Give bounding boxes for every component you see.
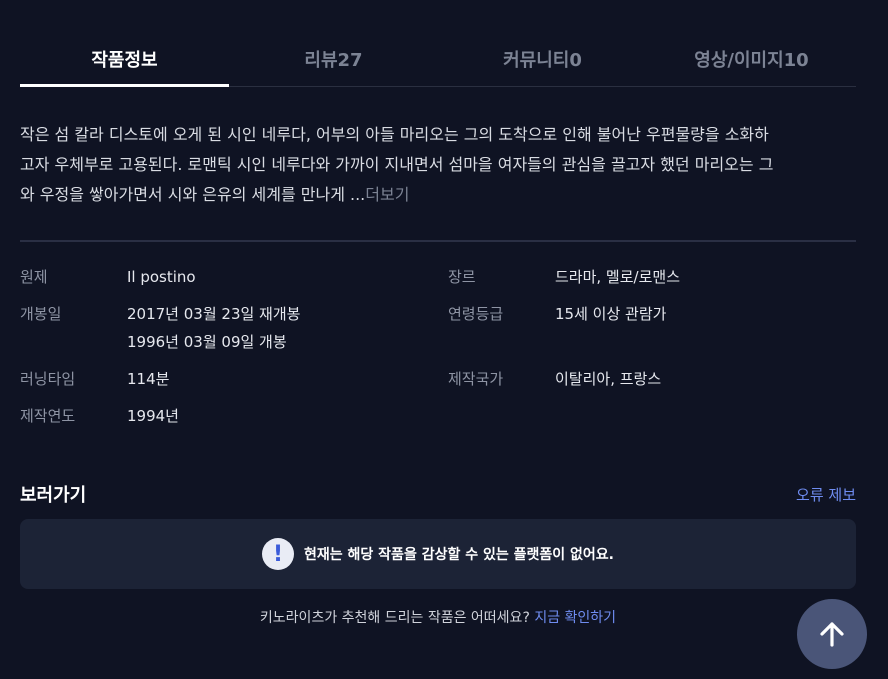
error-report-link[interactable]: 오류 제보	[796, 484, 856, 505]
info-key: 원제	[20, 268, 48, 286]
info-row-original-title: 원제 Il postino	[20, 263, 440, 291]
scroll-top-button[interactable]	[797, 599, 867, 669]
synopsis: 작은 섬 칼라 디스토에 오게 된 시인 네루다, 어부의 아들 마리오는 그의…	[20, 120, 860, 210]
info-value: 114분	[127, 370, 170, 388]
info-value: 이탈리아, 프랑스	[555, 370, 662, 388]
arrow-up-icon	[820, 622, 844, 647]
tab-community[interactable]: 커뮤니티0	[438, 34, 647, 86]
synopsis-line: 고자 우체부로 고용된다. 로맨틱 시인 네루다와 가까이 지내면서 섬마을 여…	[20, 155, 774, 174]
info-value: 1994년	[127, 407, 179, 425]
info-row-runtime: 러닝타임 114분	[20, 365, 440, 393]
notice-text: 현재는 해당 작품을 감상할 수 있는 플랫폼이 없어요.	[304, 547, 614, 563]
no-platform-notice: ! 현재는 해당 작품을 감상할 수 있는 플랫폼이 없어요.	[20, 519, 856, 589]
exclamation-icon: !	[262, 538, 295, 570]
info-row-production-year: 제작연도 1994년	[20, 402, 440, 430]
info-key: 제작연도	[20, 407, 76, 425]
synopsis-line-text: 와 우정을 쌓아가면서 시와 은유의 세계를 만나게 ...	[20, 185, 366, 204]
info-left-column: 원제 Il postino 개봉일 2017년 03월 23일 재개봉 1996…	[20, 263, 440, 430]
info-value-group: 2017년 03월 23일 재개봉 1996년 03월 09일 개봉	[127, 300, 300, 356]
info-key: 연령등급	[448, 305, 504, 323]
info-row-genre: 장르 드라마, 멜로/로맨스	[448, 263, 858, 291]
tab-info[interactable]: 작품정보	[20, 34, 229, 87]
info-key: 제작국가	[448, 370, 504, 388]
info-right-column: 장르 드라마, 멜로/로맨스 연령등급 15세 이상 관람가 제작국가 이탈리아…	[448, 263, 858, 393]
info-row-country: 제작국가 이탈리아, 프랑스	[448, 365, 858, 393]
tab-bar: 작품정보 리뷰27 커뮤니티0 영상/이미지10	[20, 34, 856, 87]
recommend-text: 키노라이츠가 추천해 드리는 작품은 어떠세요?	[259, 610, 530, 626]
info-key: 장르	[448, 268, 476, 286]
info-value: Il postino	[127, 268, 196, 286]
tab-reviews[interactable]: 리뷰27	[229, 34, 438, 86]
synopsis-line: 와 우정을 쌓아가면서 시와 은유의 세계를 만나게 ...더보기	[20, 180, 860, 210]
info-row-release-date: 개봉일 2017년 03월 23일 재개봉 1996년 03월 09일 개봉	[20, 300, 440, 356]
tab-media[interactable]: 영상/이미지10	[647, 34, 856, 86]
info-value: 드라마, 멜로/로맨스	[555, 268, 680, 286]
info-key: 개봉일	[20, 305, 62, 323]
info-value: 2017년 03월 23일 재개봉	[127, 305, 301, 323]
more-link[interactable]: 더보기	[365, 185, 409, 204]
synopsis-line: 작은 섬 칼라 디스토에 오게 된 시인 네루다, 어부의 아들 마리오는 그의…	[20, 125, 769, 144]
info-value: 1996년 03월 09일 개봉	[127, 333, 287, 351]
section-divider	[20, 240, 856, 242]
info-row-age-rating: 연령등급 15세 이상 관람가	[448, 300, 858, 328]
info-value: 15세 이상 관람가	[555, 305, 667, 323]
watch-section-title: 보러가기	[20, 485, 87, 506]
recommend-link[interactable]: 지금 확인하기	[534, 610, 616, 626]
info-key: 러닝타임	[20, 370, 76, 388]
recommend-prompt: 키노라이츠가 추천해 드리는 작품은 어떠세요? 지금 확인하기	[0, 607, 876, 627]
